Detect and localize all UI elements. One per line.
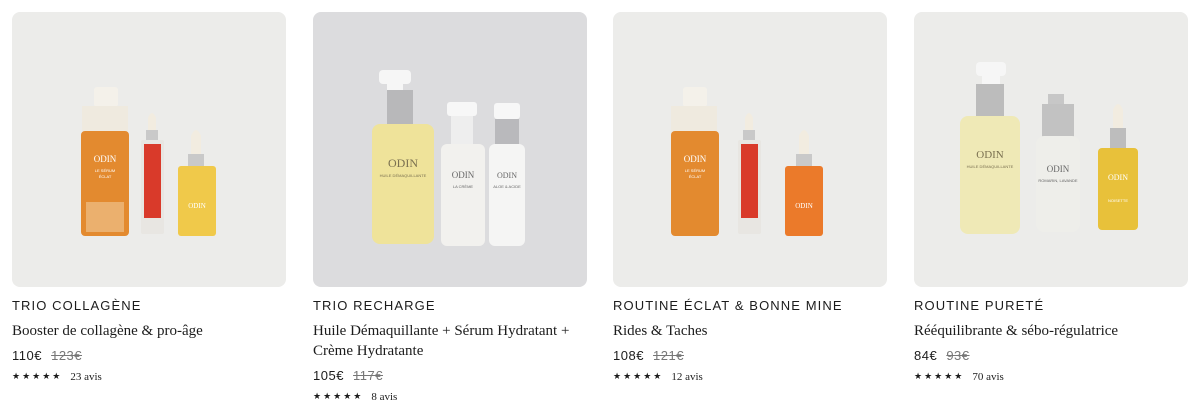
product-image[interactable]: ODIN LE SÉRUM ÉCLAT ODIN (613, 12, 887, 287)
current-price: 105€ (313, 368, 344, 383)
label-text: ÉCLAT (99, 174, 112, 179)
product-price: 84€ 93€ (914, 348, 1188, 364)
label-text: HUILE DÉMAQUILLANTE (380, 173, 427, 178)
rating[interactable]: ★★★★★ 23 avis (12, 370, 286, 384)
label-text: LE SÉRUM (685, 168, 705, 173)
product-photo: ODIN LE SÉRUM ÉCLAT ODIN (12, 12, 286, 287)
label-text: ODIN (497, 171, 517, 180)
product-price: 105€ 117€ (313, 368, 587, 384)
product-subtitle[interactable]: Rééquilibrante & sébo-régulatrice (914, 321, 1188, 341)
label-text: ALOE & ACIDE (493, 184, 521, 189)
label-text: NOISETTE (1108, 198, 1128, 203)
label-text: ODIN (684, 154, 707, 164)
product-price: 110€ 123€ (12, 348, 286, 364)
product-photo: ODIN HUILE DÉMAQUILLANTE ODIN LA CRÈME O… (313, 12, 587, 287)
old-price: 123€ (51, 348, 83, 363)
review-count: 8 avis (371, 391, 398, 402)
current-price: 84€ (914, 348, 938, 363)
product-title[interactable]: TRIO RECHARGE (313, 298, 587, 314)
star-icons: ★★★★★ (12, 372, 63, 382)
rating[interactable]: ★★★★★ 8 avis (313, 390, 587, 402)
star-icons: ★★★★★ (914, 372, 965, 382)
product-photo: ODIN LE SÉRUM ÉCLAT ODIN (613, 12, 887, 287)
product-card[interactable]: ODIN LE SÉRUM ÉCLAT ODIN ROUTINE ÉCLAT &… (613, 12, 887, 384)
product-card[interactable]: ODIN HUILE DÉMAQUILLANTE ODIN ROMARIN, L… (914, 12, 1188, 384)
product-title[interactable]: ROUTINE ÉCLAT & BONNE MINE (613, 298, 887, 314)
label-text: ODIN (1108, 173, 1128, 182)
current-price: 108€ (613, 348, 644, 363)
rating[interactable]: ★★★★★ 70 avis (914, 370, 1188, 384)
review-count: 70 avis (972, 371, 1004, 383)
label-text: LA CRÈME (453, 184, 474, 189)
label-text: LE SÉRUM (95, 168, 115, 173)
product-image[interactable]: ODIN LE SÉRUM ÉCLAT ODIN (12, 12, 286, 287)
product-title[interactable]: ROUTINE PURETÉ (914, 298, 1188, 314)
old-price: 117€ (353, 368, 384, 383)
product-grid: ODIN LE SÉRUM ÉCLAT ODIN TRIO COLLAGÈNE … (0, 0, 1200, 402)
review-count: 23 avis (70, 371, 102, 383)
review-count: 12 avis (671, 371, 703, 383)
old-price: 93€ (946, 348, 970, 363)
product-subtitle[interactable]: Huile Démaquillante + Sérum Hydratant + … (313, 321, 587, 361)
rating[interactable]: ★★★★★ 12 avis (613, 370, 887, 384)
old-price: 121€ (653, 348, 684, 363)
product-subtitle[interactable]: Booster de collagène & pro-âge (12, 321, 286, 341)
label-text: ODIN (452, 170, 475, 180)
label-text: ODIN (188, 202, 206, 210)
label-text: ODIN (976, 149, 1004, 161)
star-icons: ★★★★★ (313, 392, 364, 402)
product-subtitle[interactable]: Rides & Taches (613, 321, 887, 341)
product-title[interactable]: TRIO COLLAGÈNE (12, 298, 286, 314)
product-card[interactable]: ODIN LE SÉRUM ÉCLAT ODIN TRIO COLLAGÈNE … (12, 12, 286, 384)
product-card[interactable]: ODIN HUILE DÉMAQUILLANTE ODIN LA CRÈME O… (313, 12, 587, 402)
product-image[interactable]: ODIN HUILE DÉMAQUILLANTE ODIN ROMARIN, L… (914, 12, 1188, 287)
product-price: 108€ 121€ (613, 348, 887, 364)
label-text: ODIN (1047, 164, 1070, 174)
product-photo: ODIN HUILE DÉMAQUILLANTE ODIN ROMARIN, L… (914, 12, 1188, 287)
label-text: ÉCLAT (689, 174, 702, 179)
product-image[interactable]: ODIN HUILE DÉMAQUILLANTE ODIN LA CRÈME O… (313, 12, 587, 287)
label-text: ODIN (795, 202, 813, 210)
label-text: ROMARIN, LAVANDE (1038, 178, 1078, 183)
star-icons: ★★★★★ (613, 372, 664, 382)
label-text: ODIN (94, 154, 117, 164)
label-text: HUILE DÉMAQUILLANTE (967, 164, 1014, 169)
label-text: ODIN (388, 156, 418, 170)
current-price: 110€ (12, 348, 42, 363)
